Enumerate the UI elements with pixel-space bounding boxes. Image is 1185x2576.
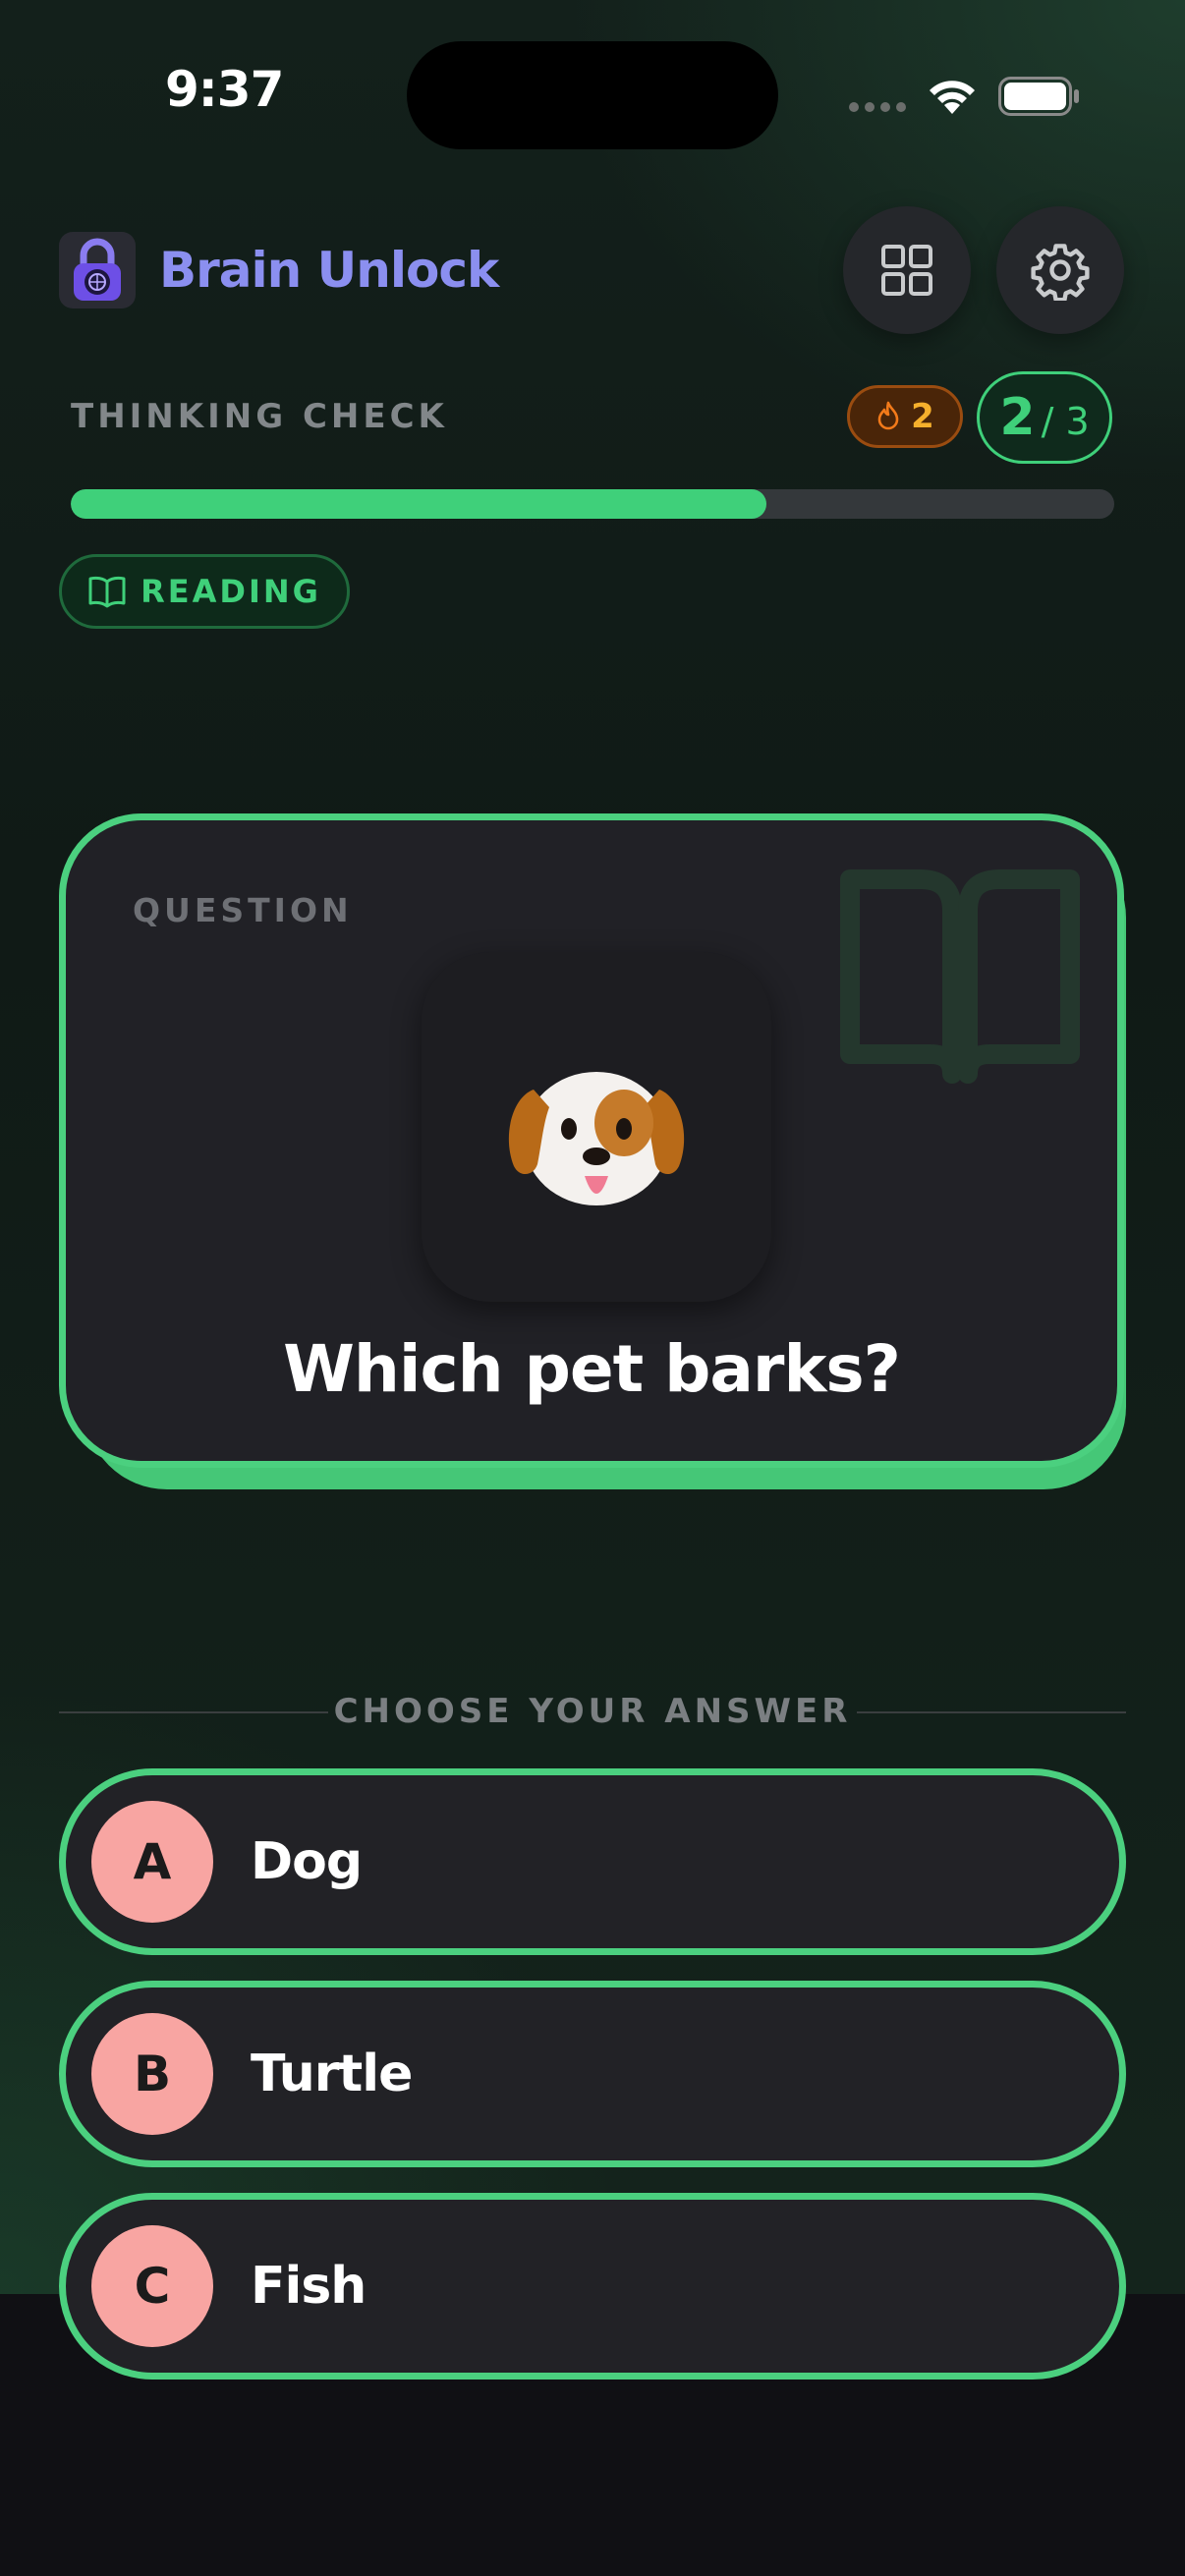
app-logo [59,232,136,308]
wifi-icon [930,81,975,114]
progress-bar-fill [71,489,767,519]
answer-text: Dog [251,1832,363,1891]
question-card: QUESTION Which pet barks? [59,813,1124,1468]
status-time: 9:37 [165,61,284,118]
puppy-emoji-icon [508,1072,685,1205]
question-section-label: QUESTION [133,891,353,929]
answer-option-a[interactable]: A Dog [59,1768,1126,1955]
answer-letter-badge: A [91,1801,213,1923]
answers-heading: CHOOSE YOUR ANSWER [333,1692,852,1731]
gear-icon [1031,244,1090,301]
grid-button[interactable] [843,206,971,334]
answer-option-c[interactable]: C Fish [59,2193,1126,2380]
dynamic-island [407,41,778,149]
question-image [422,952,771,1302]
session-label: THINKING CHECK [71,397,448,436]
settings-button[interactable] [996,206,1124,334]
answer-letter-badge: B [91,2013,213,2135]
streak-count: 2 [911,397,934,436]
lock-brain-logo [74,238,121,301]
answer-text: Fish [251,2257,367,2316]
answer-text: Turtle [251,2044,413,2103]
app-title: Brain Unlock [159,242,499,299]
progress-current: 2 [999,388,1036,447]
progress-total: / 3 [1041,400,1090,443]
divider-right [857,1711,1126,1713]
book-watermark-icon [840,869,1080,1084]
category-label: READING [141,573,321,610]
question-progress-badge: 2 / 3 [977,371,1112,464]
book-open-icon [88,576,126,608]
question-text: Which pet barks? [283,1331,901,1407]
divider-left [59,1711,328,1713]
answer-option-b[interactable]: B Turtle [59,1981,1126,2167]
grid-icon [881,245,932,296]
cellular-signal-icon [849,102,906,112]
battery-icon [998,77,1079,116]
answer-letter-badge: C [91,2225,213,2347]
category-chip: READING [59,554,350,629]
streak-badge: 2 [847,385,963,448]
progress-bar [71,489,1114,519]
flame-icon [877,401,899,430]
